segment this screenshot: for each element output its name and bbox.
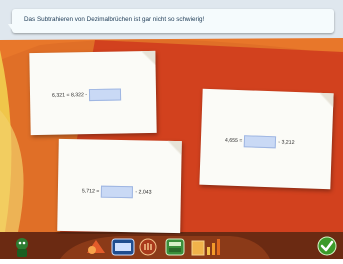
- card-corner-fold: [319, 92, 334, 108]
- equation-3: 5,712 = - 2,043: [81, 185, 152, 199]
- equation-1-left: 6,321 = 8,322 -: [51, 92, 88, 99]
- equation-2: 4,655 = - 3,212: [225, 135, 295, 149]
- answer-input-3[interactable]: [101, 185, 134, 199]
- speech-bubble: Das Subtrahieren von Dezimalbrüchen ist …: [12, 9, 334, 33]
- exercise-card-3: 5,712 = - 2,043: [57, 138, 182, 234]
- exercise-card-2: 4,655 = - 3,212: [199, 88, 334, 190]
- calculator-icon[interactable]: [165, 238, 185, 261]
- card-corner-fold: [167, 140, 182, 156]
- check-icon[interactable]: [316, 236, 338, 261]
- speech-tail: [8, 24, 20, 33]
- bottom-toolbar: [0, 234, 343, 259]
- answer-input-2[interactable]: [244, 135, 277, 149]
- folder-chart-icon[interactable]: [191, 237, 225, 262]
- hand-icon[interactable]: [139, 238, 157, 261]
- equation-2-right: - 3,212: [278, 139, 295, 146]
- answer-input-1[interactable]: [88, 88, 122, 102]
- card-corner-fold: [141, 50, 156, 66]
- equation-1: 6,321 = 8,322 -: [51, 88, 123, 102]
- equation-3-right: - 2,043: [135, 189, 152, 196]
- shapes-icon[interactable]: [86, 239, 106, 260]
- equation-2-left: 4,655 =: [224, 137, 243, 145]
- speech-text: Das Subtrahieren von Dezimalbrüchen ist …: [24, 16, 205, 23]
- equation-3-left: 5,712 =: [81, 188, 100, 195]
- exercise-card-1: 6,321 = 8,322 -: [29, 50, 157, 136]
- number-grid-icon[interactable]: [111, 238, 135, 261]
